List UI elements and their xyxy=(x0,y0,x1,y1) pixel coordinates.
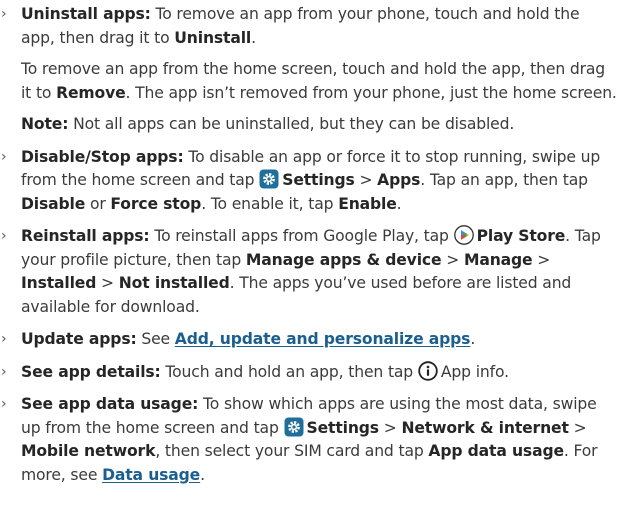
separator: > xyxy=(354,171,378,189)
separator: > xyxy=(532,250,551,269)
apps-term: Apps xyxy=(377,171,421,189)
separator: > xyxy=(378,418,402,437)
enable-term: Enable xyxy=(338,194,397,213)
list-item-uninstall: › Uninstall apps: To remove an app from … xyxy=(0,3,621,50)
paragraph-note: Note: Not all apps can be uninstalled, b… xyxy=(0,113,621,137)
bullet-marker: › xyxy=(1,148,7,165)
app-data-usage-term: App data usage xyxy=(428,442,564,460)
uninstall-term: Uninstall xyxy=(174,28,252,47)
item-text: To reinstall apps from Google Play, tap xyxy=(149,227,454,245)
item-text: . xyxy=(470,330,476,348)
item-title: Disable/Stop apps: xyxy=(21,147,184,166)
force-stop-term: Force stop xyxy=(110,194,202,213)
settings-term: Settings xyxy=(282,171,355,189)
separator: > xyxy=(568,418,587,437)
item-text: . xyxy=(251,28,256,47)
item-title: Reinstall apps: xyxy=(21,227,150,245)
manage-term: Manage xyxy=(463,250,533,269)
network-internet-term: Network & internet xyxy=(401,418,569,437)
bullet-marker: › xyxy=(1,228,7,244)
separator: > xyxy=(96,274,119,292)
item-text: or xyxy=(85,194,111,213)
info-icon xyxy=(418,360,438,381)
not-installed-term: Not installed xyxy=(118,274,230,292)
list-item-update: › Update apps: See Add, update and perso… xyxy=(0,328,621,352)
item-text: See xyxy=(136,330,175,348)
remove-term: Remove xyxy=(56,83,126,102)
item-text: . The app isn’t removed from your phone,… xyxy=(125,83,617,102)
mobile-network-term: Mobile network xyxy=(21,442,156,460)
disable-term: Disable xyxy=(21,194,86,213)
bullet-marker: › xyxy=(1,363,7,380)
separator: > xyxy=(441,250,464,269)
list-item-details: › See app details: Touch and hold an app… xyxy=(0,360,621,385)
item-title: Update apps: xyxy=(21,330,137,348)
note-label: Note: xyxy=(21,115,69,133)
settings-term: Settings xyxy=(306,418,380,437)
item-text: . xyxy=(396,194,402,213)
list-item-reinstall: › Reinstall apps: To reinstall apps from… xyxy=(0,225,621,319)
item-text: . xyxy=(200,465,205,484)
item-text: Not all apps can be uninstalled, but the… xyxy=(68,115,515,133)
item-title: See app data usage: xyxy=(21,395,199,413)
item-title: See app details: xyxy=(21,362,161,381)
bullet-marker: › xyxy=(1,396,7,412)
list-item-data-usage: › See app data usage: To show which apps… xyxy=(0,393,621,487)
app-info-label: App info. xyxy=(440,362,509,381)
manage-apps-term: Manage apps & device xyxy=(245,250,442,269)
add-update-personalize-link[interactable]: Add, update and personalize apps xyxy=(175,330,471,348)
gear-icon xyxy=(284,417,304,436)
gear-icon xyxy=(259,169,279,189)
item-text: . To enable it, tap xyxy=(201,194,339,213)
bullet-marker: › xyxy=(1,331,7,347)
play-store-term: Play Store xyxy=(476,227,566,245)
help-page: › Uninstall apps: To remove an app from … xyxy=(0,0,621,487)
bullet-marker: › xyxy=(1,6,7,22)
item-text: , then select your SIM card and tap xyxy=(155,442,429,460)
data-usage-link[interactable]: Data usage xyxy=(102,466,200,484)
play-store-icon xyxy=(453,225,474,245)
item-title: Uninstall apps: xyxy=(21,5,151,23)
paragraph-home-remove: To remove an app from the home screen, t… xyxy=(0,58,621,105)
item-text: . Tap an app, then tap xyxy=(420,171,588,189)
item-text: Touch and hold an app, then tap xyxy=(160,362,418,381)
installed-term: Installed xyxy=(21,274,97,292)
list-item-disable: › Disable/Stop apps: To disable an app o… xyxy=(0,146,621,217)
